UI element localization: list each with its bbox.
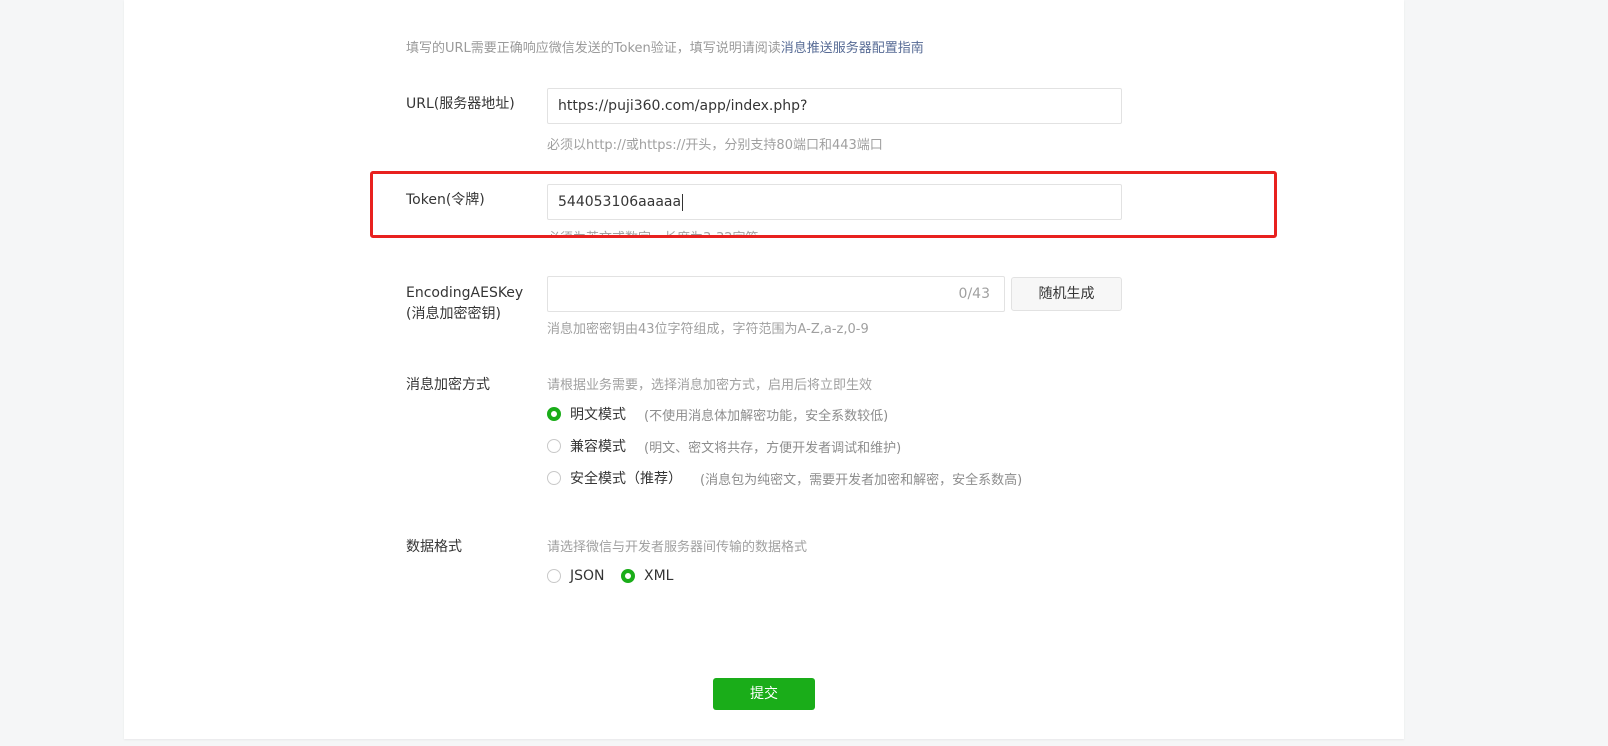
radio-compatible-desc: (明文、密文将共存，方便开发者调试和维护) — [644, 440, 902, 456]
url-hint: 必须以http://或https://开头，分别支持80端口和443端口 — [547, 138, 883, 153]
aes-hint: 消息加密密钥由43位字符组成，字符范围为A-Z,a-z,0-9 — [547, 322, 869, 337]
format-hint: 请选择微信与开发者服务器间传输的数据格式 — [547, 540, 808, 555]
notice-text: 填写的URL需要正确响应微信发送的Token验证，填写说明请阅读消息推送服务器配… — [406, 37, 924, 56]
url-input[interactable]: https://puji360.com/app/index.php?c=site… — [547, 88, 1122, 124]
random-generate-button[interactable]: 随机生成 — [1011, 277, 1122, 311]
radio-secure-indicator[interactable] — [547, 471, 561, 485]
radio-json-indicator[interactable] — [547, 569, 561, 583]
radio-compatible-label: 兼容模式 — [570, 439, 626, 455]
url-label: URL(服务器地址) — [406, 96, 515, 112]
config-guide-link[interactable]: 消息推送服务器配置指南 — [781, 41, 924, 56]
encryption-hint: 请根据业务需要，选择消息加密方式，启用后将立即生效 — [547, 378, 873, 393]
aes-label-line2: (消息加密密钥) — [406, 306, 501, 322]
aes-key-counter: 0/43 — [958, 286, 990, 302]
aes-key-input[interactable]: 0/43 — [547, 276, 1005, 312]
radio-compatible-indicator[interactable] — [547, 439, 561, 453]
submit-button[interactable]: 提交 — [713, 678, 815, 710]
notice-text-body: 填写的URL需要正确响应微信发送的Token验证，填写说明请阅读 — [406, 41, 781, 56]
radio-secure-label: 安全模式（推荐） — [570, 471, 682, 487]
radio-compatible-mode[interactable]: 兼容模式 (明文、密文将共存，方便开发者调试和维护) — [547, 436, 901, 456]
radio-json[interactable]: JSON — [547, 568, 605, 584]
radio-plaintext-mode[interactable]: 明文模式 (不使用消息体加解密功能，安全系数较低) — [547, 404, 888, 424]
url-input-value: https://puji360.com/app/index.php?c=site… — [558, 98, 808, 114]
radio-json-label: JSON — [570, 568, 605, 584]
radio-secure-desc: (消息包为纯密文，需要开发者加密和解密，安全系数高) — [700, 472, 1023, 488]
aes-label-line1: EncodingAESKey — [406, 285, 524, 301]
encryption-label: 消息加密方式 — [406, 377, 490, 393]
radio-plaintext-desc: (不使用消息体加解密功能，安全系数较低) — [644, 408, 889, 424]
radio-xml-label: XML — [644, 568, 674, 584]
radio-xml[interactable]: XML — [621, 568, 673, 584]
radio-plaintext-indicator[interactable] — [547, 407, 561, 421]
highlight-box — [370, 171, 1277, 238]
format-label: 数据格式 — [406, 539, 462, 555]
radio-plaintext-label: 明文模式 — [570, 407, 626, 423]
radio-secure-mode[interactable]: 安全模式（推荐） (消息包为纯密文，需要开发者加密和解密，安全系数高) — [547, 468, 1022, 488]
radio-xml-indicator[interactable] — [621, 569, 635, 583]
